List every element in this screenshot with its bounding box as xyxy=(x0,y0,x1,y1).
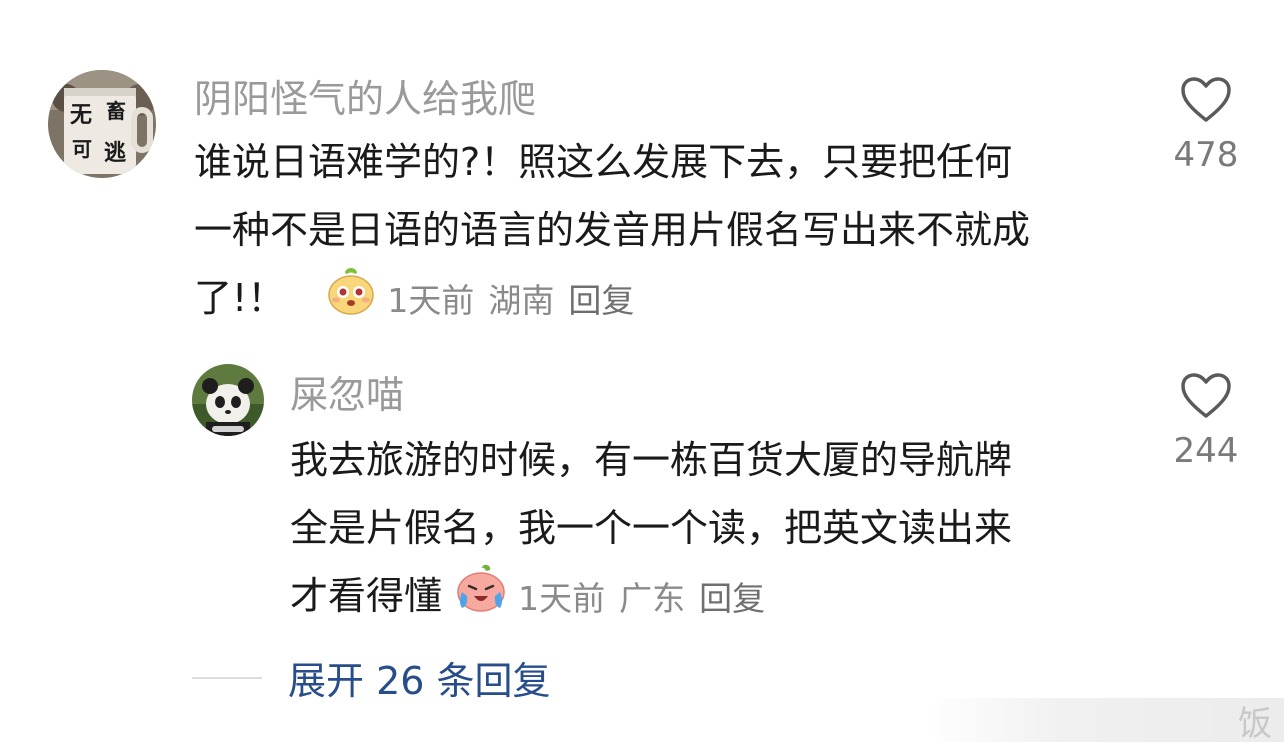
avatar[interactable] xyxy=(192,364,264,436)
avatar[interactable]: 无 畜 可 逃 xyxy=(48,70,156,178)
watermark-text: 饭 xyxy=(1238,703,1272,744)
reply-text: 我去旅游的时候，有一栋百货大厦的导航牌 全是片假名，我一个一个读，把英文读出来 … xyxy=(290,426,1012,635)
like-button[interactable]: 244 xyxy=(1172,372,1240,468)
divider xyxy=(192,676,262,679)
watermark-bar xyxy=(924,698,1284,742)
like-count: 478 xyxy=(1173,135,1239,175)
avatar-mug-image: 无 畜 可 逃 xyxy=(48,70,156,178)
avatar-char: 无 xyxy=(70,103,92,128)
pear-face-emoji xyxy=(325,264,377,337)
avatar-panda-image xyxy=(192,364,264,436)
avatar-char: 畜 xyxy=(106,99,126,123)
comment-text: 谁说日语难学的?！照这么发展下去，只要把任何 一种不是日语的语言的发音用片假名写… xyxy=(194,128,1030,337)
reply-meta: 1天前 广东 回复 xyxy=(454,562,765,635)
comment-meta: 1天前 湖南 回复 xyxy=(325,264,634,337)
comment-text-line: 一种不是日语的语言的发音用片假名写出来不就成 xyxy=(194,208,1031,252)
reply-text-tail: 才看得懂 xyxy=(290,574,443,618)
crying-peach-emoji xyxy=(454,562,508,635)
heart-outline-icon xyxy=(1181,77,1231,122)
comment-time: 1天前 xyxy=(387,280,475,320)
avatar-char: 逃 xyxy=(104,141,127,166)
heart-outline-icon xyxy=(1181,373,1231,418)
expand-replies[interactable]: 展开 26 条回复 xyxy=(192,650,551,705)
comment-text-line-last: 了!！ 1天前 湖南 回复 xyxy=(194,264,1030,337)
reply-location: 广东 xyxy=(619,578,686,618)
like-button[interactable]: 478 xyxy=(1172,76,1240,172)
comment-text-tail: 了!！ xyxy=(194,276,286,320)
reply-text-line: 我去旅游的时候，有一栋百货大厦的导航牌 xyxy=(290,438,1013,482)
watermark: 饭 xyxy=(924,698,1284,744)
reply-username[interactable]: 屎忽喵 xyxy=(290,376,404,414)
like-count: 244 xyxy=(1173,431,1239,471)
avatar-char: 可 xyxy=(72,137,92,161)
reply-button[interactable]: 回复 xyxy=(699,565,765,633)
reply-text-line: 全是片假名，我一个一个读，把英文读出来 xyxy=(290,506,1013,550)
reply-text-line-last: 才看得懂 1天前 广东 回复 xyxy=(290,562,1012,635)
comment-text-line: 谁说日语难学的?！照这么发展下去，只要把任何 xyxy=(194,140,1013,184)
comment-username[interactable]: 阴阳怪气的人给我爬 xyxy=(194,80,536,118)
reply-button[interactable]: 回复 xyxy=(568,267,634,335)
reply-time: 1天前 xyxy=(518,578,606,618)
comment-location: 湖南 xyxy=(488,280,555,320)
expand-replies-button[interactable]: 展开 26 条回复 xyxy=(288,650,551,705)
